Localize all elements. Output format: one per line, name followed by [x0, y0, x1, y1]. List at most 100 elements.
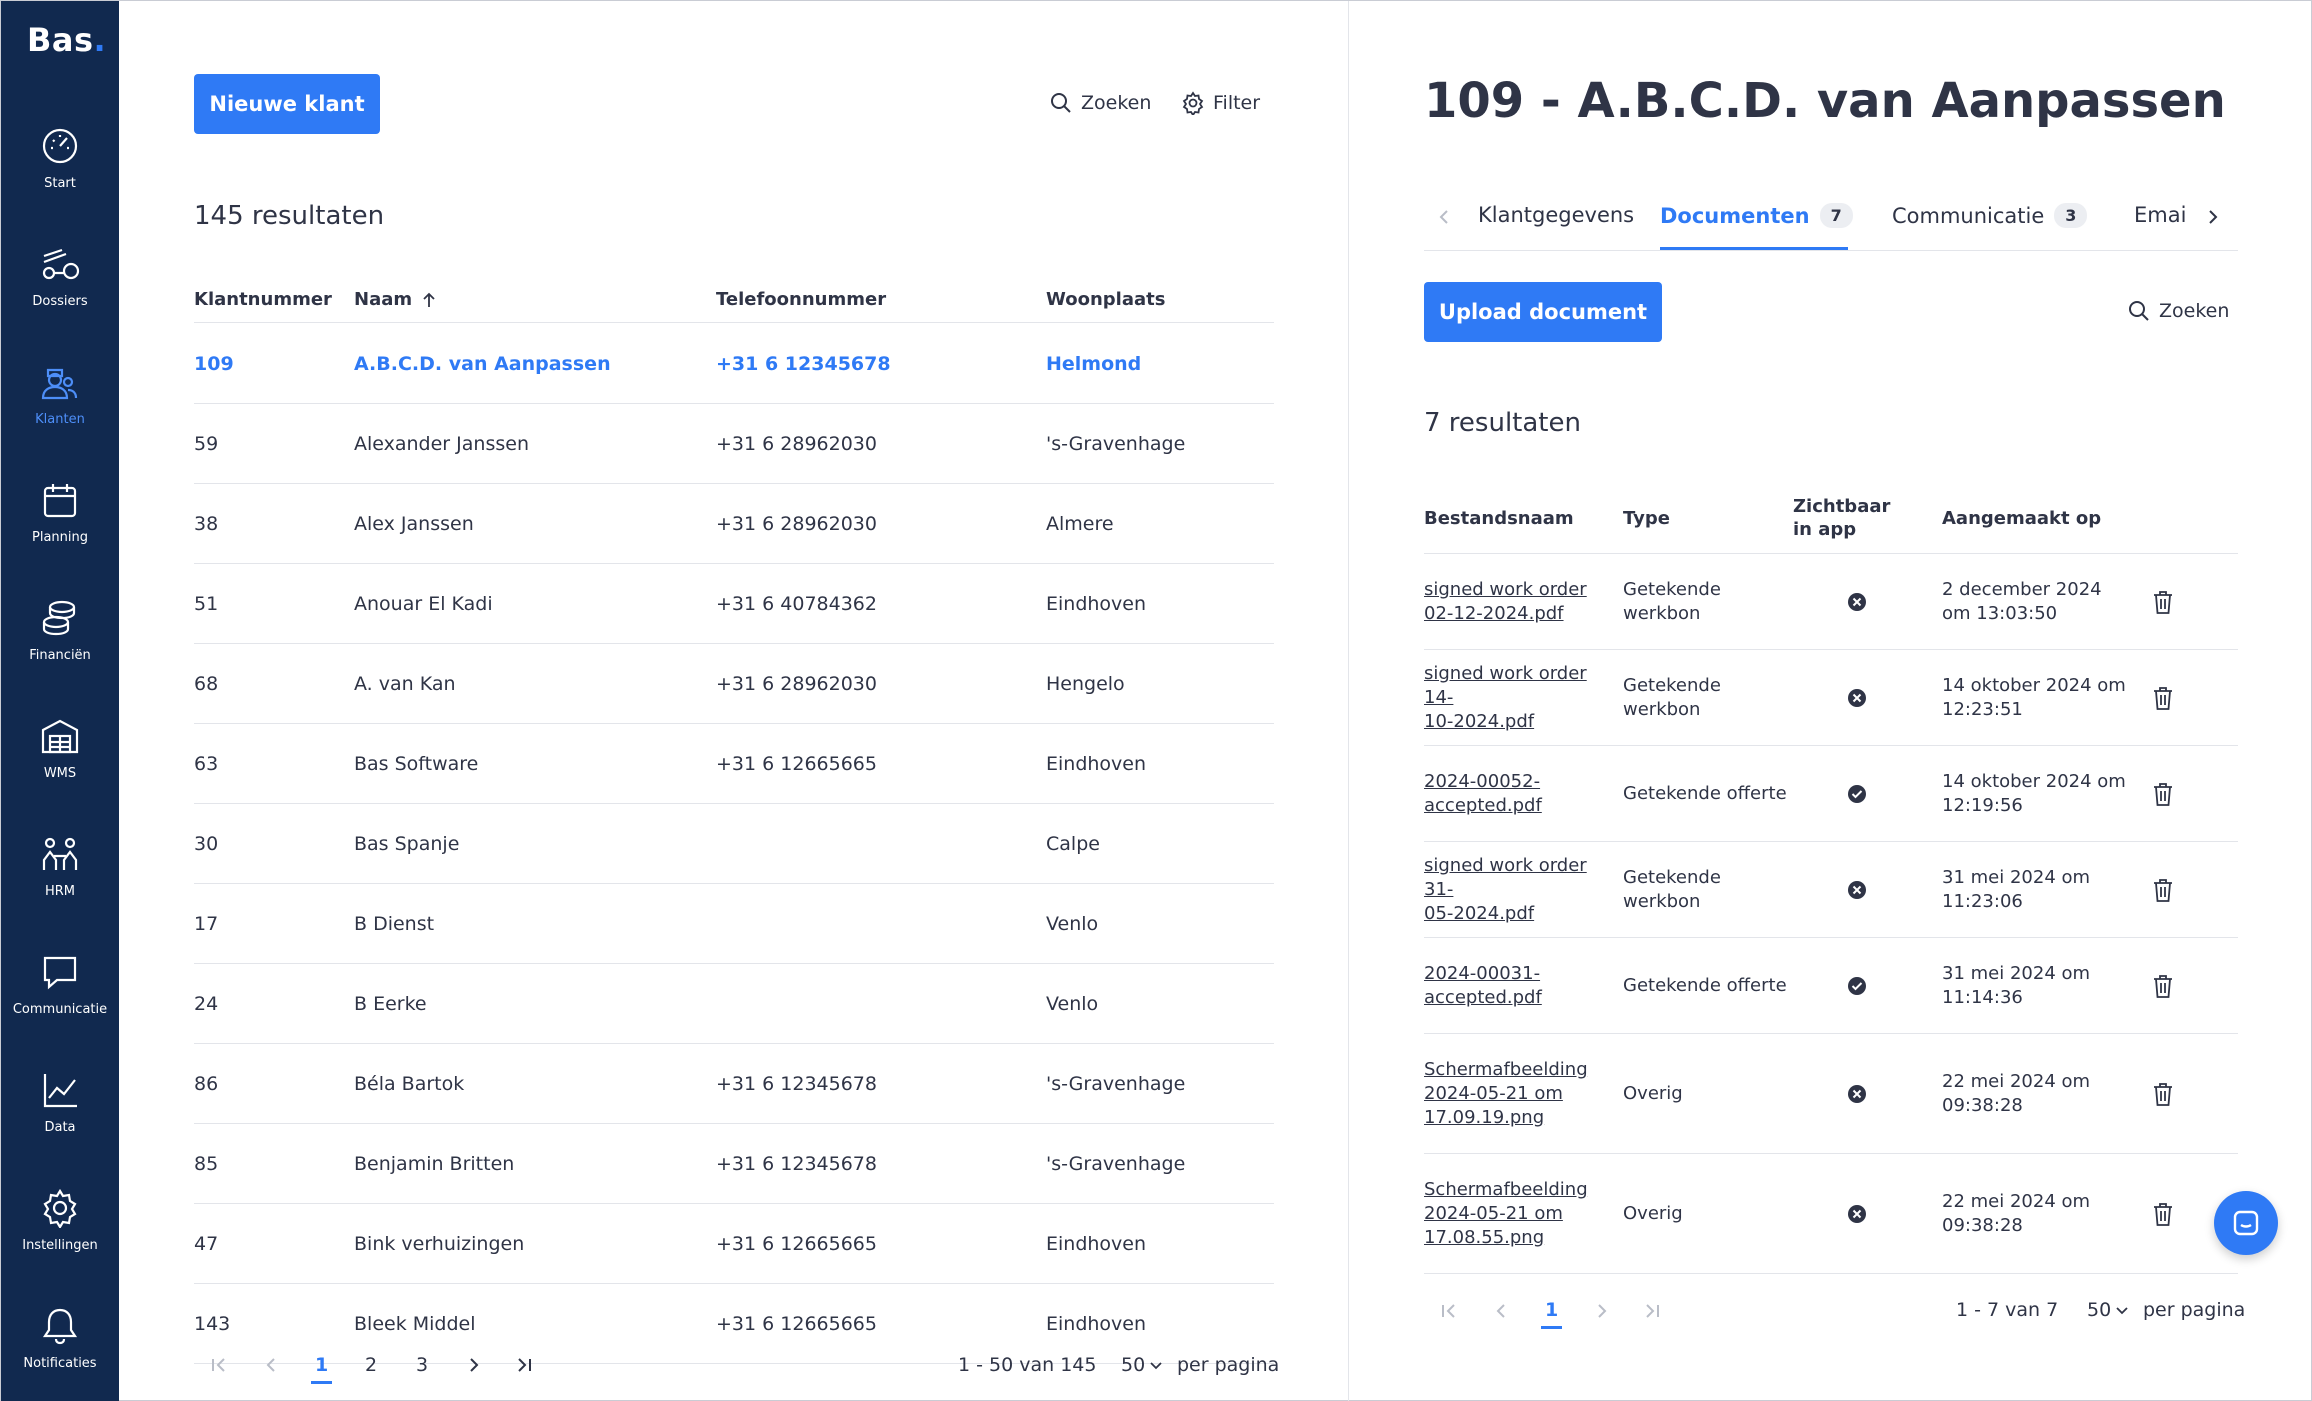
- document-filename-link-line[interactable]: 17.08.55.png: [1424, 1226, 1588, 1250]
- document-filename-link-line[interactable]: 2024-05-21 om: [1424, 1202, 1588, 1226]
- document-row[interactable]: Schermafbeelding 2024-05-21 om 17.09.19.pn…: [1424, 1034, 2238, 1154]
- logo[interactable]: Bas.: [27, 21, 106, 59]
- document-filename-link-line[interactable]: signed work order: [1424, 578, 1587, 602]
- first-page-button[interactable]: [209, 1355, 229, 1380]
- document-row[interactable]: 2024-00052- accepted.pdf Getekende offerte…: [1424, 746, 2238, 842]
- doc-first-page-button[interactable]: [1439, 1301, 1459, 1326]
- sidebar-item-wms[interactable]: WMS: [1, 716, 119, 834]
- table-row[interactable]: 17 B Dienst Venlo: [194, 884, 1274, 964]
- document-filename-link-line[interactable]: signed work order 31-: [1424, 854, 1619, 902]
- document-filename-link-line[interactable]: 10-2024.pdf: [1424, 710, 1619, 734]
- table-row[interactable]: 143 Bleek Middel +31 6 12665665 Eindhoven: [194, 1284, 1274, 1364]
- search-button[interactable]: Zoeken: [1049, 91, 1151, 115]
- trash-icon[interactable]: [2150, 876, 2176, 904]
- cell-woonplaats: Eindhoven: [1046, 1233, 1147, 1255]
- document-filename-link[interactable]: signed work order 31- 05-2024.pdf: [1424, 842, 1619, 938]
- upload-document-button[interactable]: Upload document: [1424, 282, 1662, 342]
- document-filename-link[interactable]: Schermafbeelding 2024-05-21 om 17.08.55.pn…: [1424, 1154, 1619, 1274]
- doc-prev-page-button[interactable]: [1491, 1301, 1511, 1326]
- sidebar-item-financien[interactable]: Financiën: [1, 598, 119, 716]
- sidebar-item-planning[interactable]: Planning: [1, 480, 119, 598]
- page-range: 1 - 50 van 145: [958, 1354, 1097, 1376]
- document-row[interactable]: signed work order 31- 05-2024.pdf Getekend…: [1424, 842, 2238, 938]
- sidebar-item-klanten[interactable]: Klanten: [1, 362, 119, 480]
- document-filename-link-line[interactable]: 2024-05-21 om: [1424, 1082, 1588, 1106]
- document-filename-link[interactable]: 2024-00031- accepted.pdf: [1424, 938, 1619, 1034]
- per-page-select[interactable]: 50: [1121, 1354, 1163, 1376]
- column-header-type[interactable]: Type: [1623, 507, 1670, 530]
- tab-email[interactable]: Emai: [2134, 203, 2186, 227]
- document-row[interactable]: 2024-00031- accepted.pdf Getekende offerte…: [1424, 938, 2238, 1034]
- cell-klantnummer: 63: [194, 753, 219, 775]
- table-row[interactable]: 85 Benjamin Britten +31 6 12345678 's-Grave…: [194, 1124, 1274, 1204]
- tabs-scroll-right-icon[interactable]: [2201, 205, 2225, 229]
- page-button-2[interactable]: 2: [365, 1354, 377, 1376]
- doc-last-page-button[interactable]: [1642, 1301, 1662, 1326]
- new-customer-button[interactable]: Nieuwe klant: [194, 74, 380, 134]
- document-search-button[interactable]: Zoeken: [2127, 299, 2229, 323]
- document-filename-link[interactable]: signed work order 14- 10-2024.pdf: [1424, 650, 1619, 746]
- document-filename-link[interactable]: Schermafbeelding 2024-05-21 om 17.09.19.pn…: [1424, 1034, 1619, 1154]
- chat-icon: [43, 956, 77, 990]
- column-header-naam[interactable]: Naam: [354, 289, 438, 310]
- sidebar-item-notificaties[interactable]: Notificaties: [1, 1306, 119, 1401]
- document-row[interactable]: Schermafbeelding 2024-05-21 om 17.08.55.pn…: [1424, 1154, 2238, 1274]
- document-filename-link-line[interactable]: 05-2024.pdf: [1424, 902, 1619, 926]
- document-filename-link-line[interactable]: 2024-00052-: [1424, 770, 1542, 794]
- column-header-woonplaats[interactable]: Woonplaats: [1046, 289, 1165, 310]
- document-filename-link-line[interactable]: Schermafbeelding: [1424, 1058, 1588, 1082]
- column-header-aangemaakt[interactable]: Aangemaakt op: [1942, 507, 2101, 530]
- sidebar-item-start[interactable]: Start: [1, 126, 119, 244]
- doc-next-page-button[interactable]: [1592, 1301, 1612, 1326]
- table-row[interactable]: 51 Anouar El Kadi +31 6 40784362 Eindhoven: [194, 564, 1274, 644]
- document-row[interactable]: signed work order 02-12-2024.pdf Getekende…: [1424, 554, 2238, 650]
- document-filename-link[interactable]: 2024-00052- accepted.pdf: [1424, 746, 1619, 842]
- table-row[interactable]: 63 Bas Software +31 6 12665665 Eindhoven: [194, 724, 1274, 804]
- sidebar-item-instellingen[interactable]: Instellingen: [1, 1188, 119, 1306]
- last-page-button[interactable]: [514, 1355, 534, 1380]
- document-filename-link-line[interactable]: accepted.pdf: [1424, 986, 1542, 1010]
- support-chat-button[interactable]: [2214, 1191, 2278, 1255]
- page-button-1[interactable]: 1: [310, 1354, 333, 1384]
- trash-icon[interactable]: [2150, 1200, 2176, 1228]
- column-header-klantnummer[interactable]: Klantnummer: [194, 289, 332, 310]
- table-row[interactable]: 30 Bas Spanje Calpe: [194, 804, 1274, 884]
- trash-icon[interactable]: [2150, 1080, 2176, 1108]
- trash-icon[interactable]: [2150, 972, 2176, 1000]
- sidebar-item-communicatie[interactable]: Communicatie: [1, 952, 119, 1070]
- doc-page-button-1[interactable]: 1: [1540, 1299, 1563, 1329]
- filter-button[interactable]: Filter: [1181, 91, 1260, 115]
- sidebar-item-dossiers[interactable]: Dossiers: [1, 244, 119, 362]
- document-filename-link-line[interactable]: accepted.pdf: [1424, 794, 1542, 818]
- sidebar-item-hrm[interactable]: HRM: [1, 834, 119, 952]
- document-filename-link-line[interactable]: 2024-00031-: [1424, 962, 1542, 986]
- tabs-scroll-left-icon[interactable]: [1432, 205, 1456, 229]
- sidebar-item-data[interactable]: Data: [1, 1070, 119, 1188]
- column-header-zichtbaar[interactable]: Zichtbaar in app: [1793, 495, 1913, 541]
- document-row[interactable]: signed work order 14- 10-2024.pdf Getekend…: [1424, 650, 2238, 746]
- doc-per-page-select[interactable]: 50: [2087, 1299, 2129, 1321]
- tab-documenten[interactable]: Documenten 7: [1660, 203, 1853, 228]
- table-row[interactable]: 38 Alex Janssen +31 6 28962030 Almere: [194, 484, 1274, 564]
- trash-icon[interactable]: [2150, 588, 2176, 616]
- page-button-3[interactable]: 3: [416, 1354, 428, 1376]
- table-row[interactable]: 109 A.B.C.D. van Aanpassen +31 6 12345678 H…: [194, 324, 1274, 404]
- column-header-telefoonnummer[interactable]: Telefoonnummer: [716, 289, 886, 310]
- column-header-bestandsnaam[interactable]: Bestandsnaam: [1424, 507, 1574, 530]
- document-filename-link-line[interactable]: signed work order 14-: [1424, 662, 1619, 710]
- table-row[interactable]: 24 B Eerke Venlo: [194, 964, 1274, 1044]
- table-row[interactable]: 68 A. van Kan +31 6 28962030 Hengelo: [194, 644, 1274, 724]
- prev-page-button[interactable]: [261, 1355, 281, 1380]
- trash-icon[interactable]: [2150, 684, 2176, 712]
- tab-communicatie[interactable]: Communicatie 3: [1892, 203, 2088, 228]
- next-page-button[interactable]: [464, 1355, 484, 1380]
- table-row[interactable]: 47 Bink verhuizingen +31 6 12665665 Eindhov…: [194, 1204, 1274, 1284]
- trash-icon[interactable]: [2150, 780, 2176, 808]
- document-filename-link-line[interactable]: 17.09.19.png: [1424, 1106, 1588, 1130]
- tab-klantgegevens[interactable]: Klantgegevens: [1478, 203, 1634, 227]
- table-row[interactable]: 86 Béla Bartok +31 6 12345678 's-Gravenhage: [194, 1044, 1274, 1124]
- document-filename-link[interactable]: signed work order 02-12-2024.pdf: [1424, 554, 1619, 650]
- table-row[interactable]: 59 Alexander Janssen +31 6 28962030 's-Grav…: [194, 404, 1274, 484]
- document-filename-link-line[interactable]: Schermafbeelding: [1424, 1178, 1588, 1202]
- document-filename-link-line[interactable]: 02-12-2024.pdf: [1424, 602, 1587, 626]
